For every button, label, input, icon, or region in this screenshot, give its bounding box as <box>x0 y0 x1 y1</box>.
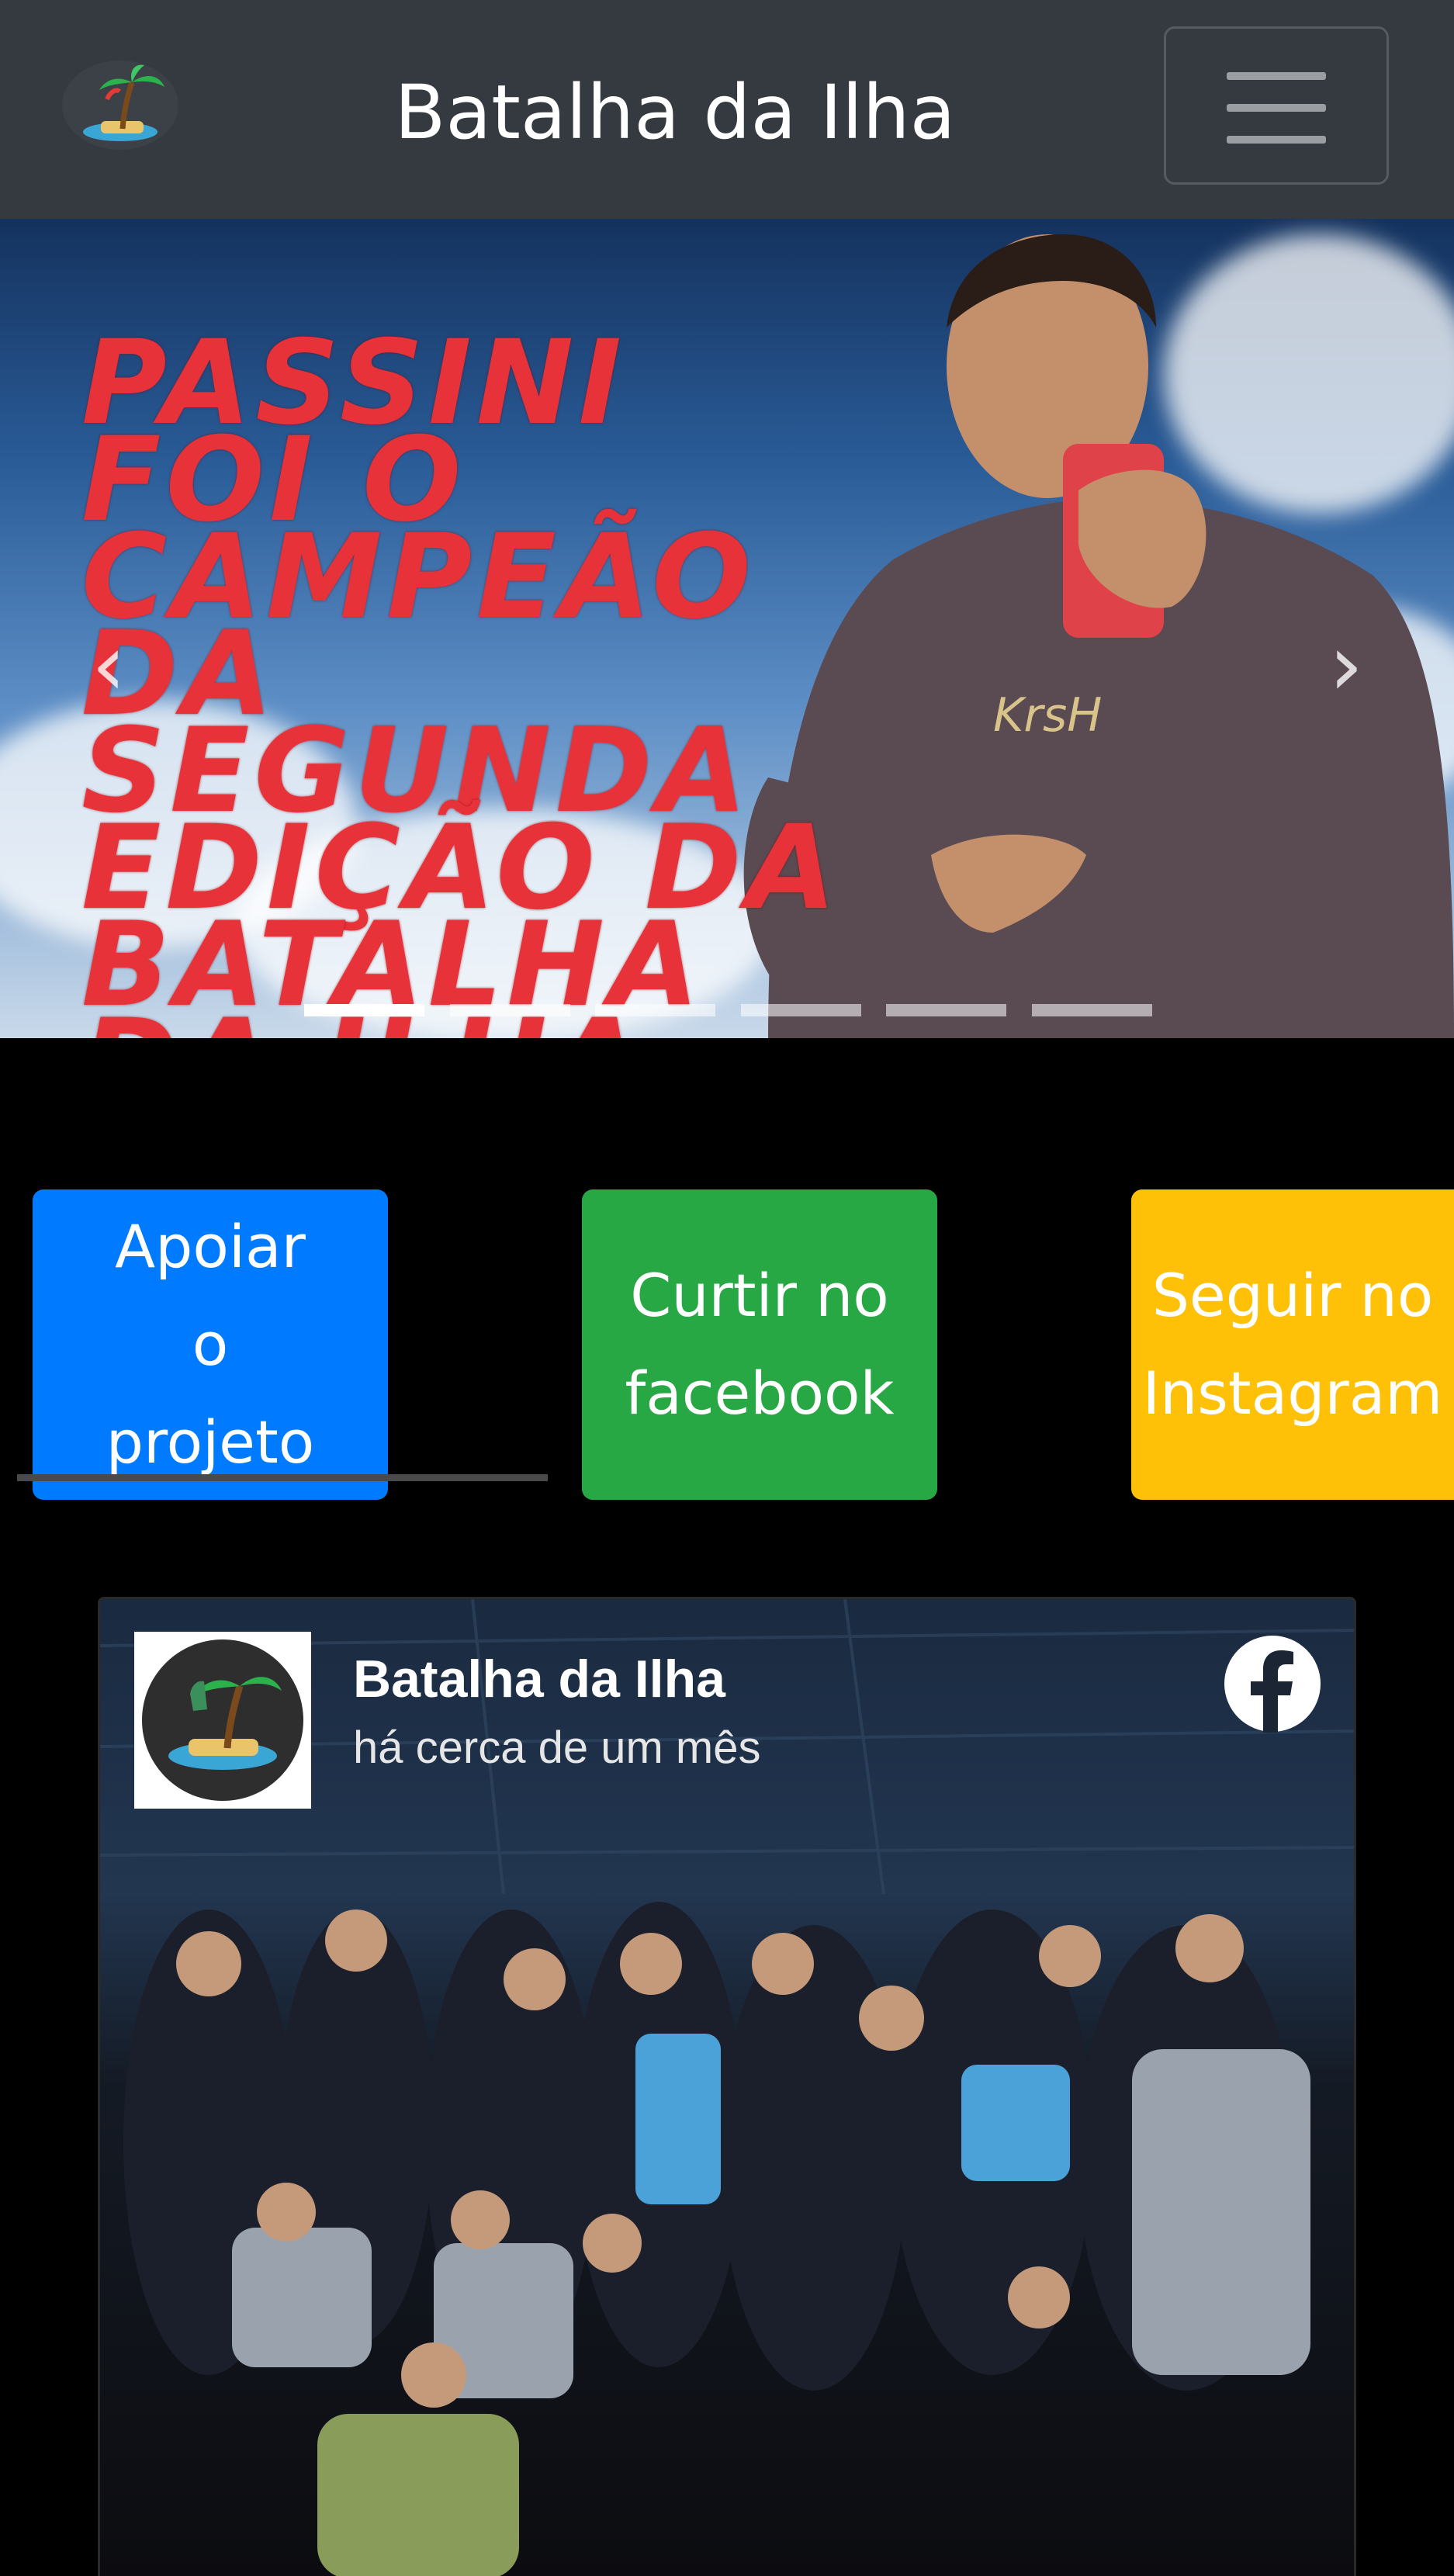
hamburger-menu-icon <box>1227 72 1326 80</box>
navbar-toggler-button[interactable] <box>1164 26 1389 185</box>
palm-island-logo-icon <box>142 1639 303 1801</box>
carousel-indicator[interactable] <box>595 1004 715 1016</box>
instagram-follow-label: Seguir no Instagram <box>1142 1261 1443 1428</box>
brand-title[interactable]: Batalha da Ilha <box>326 62 1024 163</box>
chevron-left-icon: ‹ <box>92 615 126 715</box>
carousel-indicator[interactable] <box>741 1004 861 1016</box>
palm-island-logo-icon[interactable] <box>62 61 178 150</box>
facebook-like-label: Curtir no facebook <box>625 1261 895 1428</box>
facebook-page-avatar[interactable] <box>134 1632 311 1809</box>
support-project-label: Apoiar o projeto <box>106 1212 315 1477</box>
post-timestamp[interactable]: há cerca de um mês <box>353 1722 760 1774</box>
carousel-prev-button[interactable]: ‹ <box>74 622 144 708</box>
svg-text:KrsH: KrsH <box>993 688 1102 743</box>
carousel-indicators <box>0 1004 1454 1020</box>
carousel-indicator[interactable] <box>886 1004 1006 1016</box>
navbar: Batalha da Ilha <box>0 0 1454 219</box>
carousel-headline: PASSINI FOI O CAMPEÃO DA SEGUNDA EDIÇÃO … <box>81 316 841 1038</box>
support-project-button[interactable]: Apoiar o projeto <box>33 1189 388 1500</box>
chevron-right-icon: › <box>1329 615 1363 715</box>
carousel-indicator[interactable] <box>1032 1004 1152 1016</box>
carousel-indicator[interactable] <box>450 1004 570 1016</box>
hamburger-line <box>1227 104 1326 112</box>
facebook-page-name[interactable]: Batalha da Ilha <box>353 1649 725 1709</box>
facebook-icon[interactable] <box>1222 1633 1323 1734</box>
instagram-follow-button[interactable]: Seguir no Instagram <box>1131 1189 1454 1500</box>
carousel-next-button[interactable]: › <box>1311 622 1381 708</box>
horizontal-scrollbar[interactable] <box>17 1474 548 1481</box>
hero-carousel[interactable]: KrsH PASSINI FOI O CAMPEÃO DA SEGUNDA ED… <box>0 219 1454 1038</box>
facebook-post-embed[interactable]: Batalha da Ilha há cerca de um mês <box>98 1597 1356 2576</box>
facebook-like-button[interactable]: Curtir no facebook <box>582 1189 937 1500</box>
hamburger-line <box>1227 136 1326 144</box>
carousel-indicator[interactable] <box>304 1004 424 1016</box>
